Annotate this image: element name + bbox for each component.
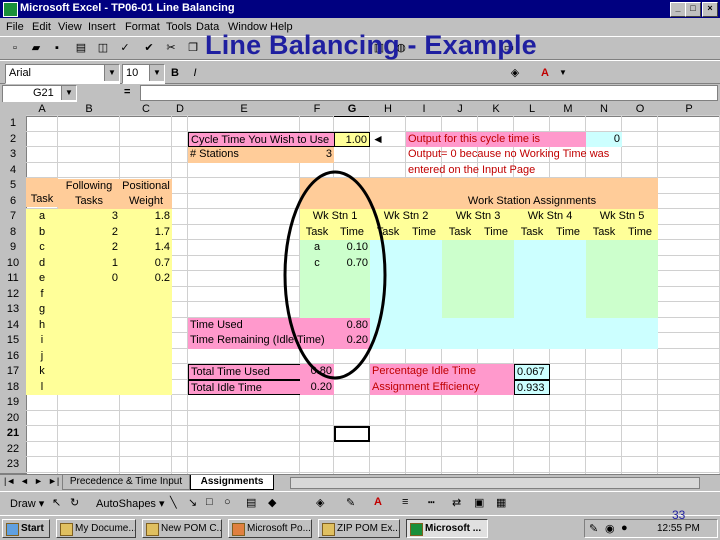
folder-icon	[322, 523, 335, 536]
highlight-ellipse	[283, 170, 387, 380]
tab-assignments[interactable]: Assignments	[190, 475, 274, 490]
sheet-tabs-bar: |◄ ◄ ► ►| Precedence & Time Input Assign…	[0, 474, 720, 490]
dash-style-icon[interactable]: ┅	[428, 496, 435, 509]
system-tray: ✎ ◉ ● 12:55 PM	[584, 519, 718, 538]
textbox-icon[interactable]: ▤	[246, 496, 256, 509]
line-color-icon[interactable]: ✎	[346, 496, 355, 509]
draw-menu[interactable]: Draw ▾	[10, 497, 44, 510]
font-color-draw-icon[interactable]: A	[374, 496, 382, 508]
taskbar-item-label: ZIP POM Ex...	[337, 523, 400, 534]
taskbar-item-powerpoint[interactable]: Microsoft Po...	[228, 519, 312, 538]
drawing-toolbar: Draw ▾ ↖ ↻ AutoShapes ▾ ╲ ↘ □ ○ ▤ ◆ ◈ ✎ …	[0, 491, 720, 515]
arrow-style-icon[interactable]: ⇄	[452, 496, 461, 509]
shadow-icon[interactable]: ▣	[474, 496, 484, 509]
taskbar-item-my-documents[interactable]: My Docume...	[56, 519, 136, 538]
draw-label: Draw	[10, 498, 36, 510]
tab-last-icon[interactable]: ►|	[48, 476, 59, 486]
windows-taskbar: Start My Docume... New POM C... Microsof…	[0, 508, 720, 540]
taskbar-item-excel[interactable]: Microsoft ...	[406, 519, 488, 538]
folder-icon	[146, 523, 159, 536]
folder-icon	[60, 523, 73, 536]
taskbar-item-label: Microsoft ...	[425, 523, 482, 534]
windows-logo-icon	[6, 523, 19, 536]
tray-volume-icon[interactable]: ◉	[605, 522, 615, 535]
tab-first-icon[interactable]: |◄	[4, 476, 15, 486]
autoshapes-label: AutoShapes	[96, 498, 156, 510]
powerpoint-icon	[232, 523, 245, 536]
tab-next-icon[interactable]: ►	[34, 476, 43, 486]
taskbar-item-new-pom[interactable]: New POM C...	[142, 519, 222, 538]
line-icon[interactable]: ╲	[170, 496, 177, 509]
clock: 12:55 PM	[657, 523, 700, 534]
free-rotate-icon[interactable]: ↻	[70, 496, 79, 509]
autoshapes-menu[interactable]: AutoShapes ▾	[96, 497, 165, 510]
taskbar-item-label: Microsoft Po...	[247, 523, 311, 534]
taskbar-item-zip[interactable]: ZIP POM Ex...	[318, 519, 400, 538]
start-label: Start	[21, 523, 44, 534]
select-objects-icon[interactable]: ↖	[52, 496, 61, 509]
taskbar-item-label: New POM C...	[161, 523, 222, 534]
tray-network-icon[interactable]: ●	[621, 522, 628, 534]
slide-page-number: 33	[672, 508, 686, 522]
start-button[interactable]: Start	[2, 519, 50, 538]
wordart-icon[interactable]: ◆	[268, 496, 276, 509]
taskbar-item-label: My Docume...	[75, 523, 136, 534]
tray-pen-icon[interactable]: ✎	[589, 522, 598, 535]
tab-prev-icon[interactable]: ◄	[20, 476, 29, 486]
3d-icon[interactable]: ▦	[496, 496, 506, 509]
horizontal-scrollbar[interactable]	[290, 477, 700, 489]
oval-icon[interactable]: ○	[224, 496, 231, 508]
tab-precedence[interactable]: Precedence & Time Input	[62, 475, 190, 490]
arrow-icon[interactable]: ↘	[188, 496, 197, 509]
fill-color-draw-icon[interactable]: ◈	[316, 496, 324, 509]
line-style-icon[interactable]: ≡	[402, 496, 408, 508]
rectangle-icon[interactable]: □	[206, 496, 213, 508]
excel-icon	[410, 523, 423, 536]
